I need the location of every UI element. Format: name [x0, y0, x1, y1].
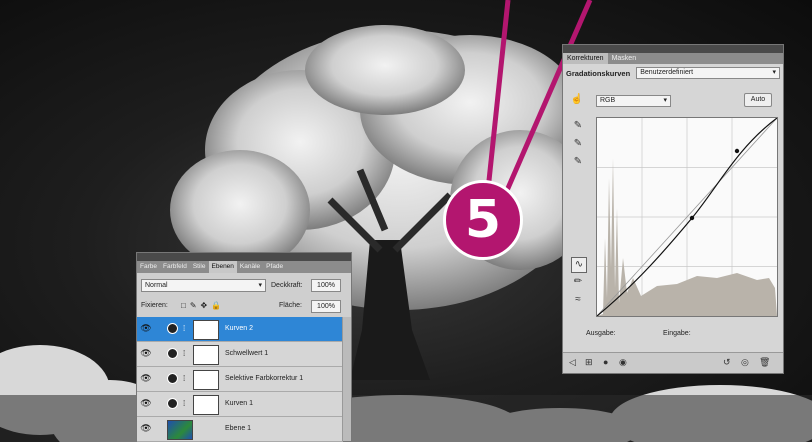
pencil-draw-icon[interactable]: ✏: [571, 275, 585, 289]
fill-label: Fläche:: [279, 302, 302, 309]
chevron-down-icon: ▾: [663, 97, 667, 104]
layer-mask-thumbnail[interactable]: [193, 320, 219, 340]
curve-point[interactable]: [734, 148, 740, 154]
curves-header: Gradationskurven Benutzerdefiniert ▾: [566, 67, 780, 79]
adjustment-title: Gradationskurven: [566, 68, 631, 78]
adjustment-layer-icon: [167, 398, 178, 409]
layer-image-thumbnail[interactable]: [167, 420, 193, 440]
chain-link-icon[interactable]: ⁞: [183, 348, 189, 359]
eye-icon[interactable]: 👁: [140, 397, 152, 409]
panel-titlebar[interactable]: [137, 253, 351, 261]
layer-list: 👁 ⁞ Kurven 2 👁 ⁞ Schwellwert 1 👁 ⁞ Selek…: [137, 317, 343, 442]
step-number-badge: 5: [443, 180, 523, 260]
curve-point-tool-icon[interactable]: ∿: [571, 257, 587, 273]
auto-button[interactable]: Auto: [744, 93, 772, 107]
black-point-eyedropper-icon[interactable]: ✎: [571, 119, 585, 133]
reset-icon[interactable]: ↺: [723, 357, 731, 368]
panel-tabs: Farbe Farbfeld Stile Ebenen Kanäle Pfade: [137, 261, 351, 273]
tab-kanaele[interactable]: Kanäle: [237, 261, 263, 273]
chain-link-icon[interactable]: ⁞: [183, 373, 189, 384]
panel-footer: ◁ ⊞ ● ◉ ↺ ◎ 🗑: [563, 352, 783, 373]
lock-icons[interactable]: □✎✥🔒: [181, 300, 225, 312]
fill-field[interactable]: 100%: [311, 300, 341, 313]
layers-scrollbar[interactable]: [342, 317, 351, 441]
white-point-eyedropper-icon[interactable]: ✎: [571, 155, 585, 169]
curve-point[interactable]: [689, 215, 695, 221]
eye-icon[interactable]: 👁: [140, 372, 152, 384]
io-labels: Ausgabe: Eingabe:: [571, 330, 775, 342]
layer-row[interactable]: 👁 ⁞ Kurven 1: [137, 392, 343, 417]
tab-farbfeld[interactable]: Farbfeld: [160, 261, 190, 273]
channel-row: ☝ RGB ▾ Auto: [566, 93, 780, 107]
lock-label: Fixieren:: [141, 302, 168, 309]
layer-row[interactable]: 👁 Ebene 1: [137, 417, 343, 442]
layer-row[interactable]: 👁 ⁞ Schwellwert 1: [137, 342, 343, 367]
layer-name[interactable]: Ebene 1: [225, 417, 251, 441]
opacity-field[interactable]: 100%: [311, 279, 341, 292]
layer-mask-thumbnail[interactable]: [193, 345, 219, 365]
chevron-down-icon: ▾: [258, 282, 262, 289]
adjustments-panel: Korrekturen Masken Gradationskurven Benu…: [562, 44, 784, 374]
input-label: Eingabe:: [663, 330, 691, 337]
adjustment-layer-icon: [167, 373, 178, 384]
tab-farbe[interactable]: Farbe: [137, 261, 160, 273]
lock-row: Fixieren: □✎✥🔒 Fläche: 100%: [141, 300, 347, 313]
output-label: Ausgabe:: [586, 330, 616, 337]
smooth-curve-icon[interactable]: ≈: [571, 293, 585, 307]
chevron-down-icon: ▾: [772, 69, 776, 76]
tab-pfade[interactable]: Pfade: [263, 261, 286, 273]
panel-tabs: Korrekturen Masken: [563, 53, 783, 64]
chain-link-icon[interactable]: ⁞: [183, 323, 189, 334]
tab-korrekturen[interactable]: Korrekturen: [563, 53, 608, 64]
eye-icon[interactable]: 👁: [140, 322, 152, 334]
preset-dropdown[interactable]: Benutzerdefiniert ▾: [636, 67, 780, 79]
view-previous-icon[interactable]: ◎: [741, 357, 749, 368]
channel-dropdown[interactable]: RGB ▾: [596, 95, 671, 107]
layer-name[interactable]: Kurven 2: [225, 317, 253, 341]
eye-icon[interactable]: 👁: [140, 422, 152, 434]
target-adjust-icon[interactable]: ☝: [570, 93, 584, 107]
layer-name[interactable]: Kurven 1: [225, 392, 253, 416]
back-arrow-icon[interactable]: ◁: [569, 357, 576, 368]
preset-value: Benutzerdefiniert: [640, 69, 694, 76]
gray-point-eyedropper-icon[interactable]: ✎: [571, 137, 585, 151]
adjustment-layer-icon: [167, 323, 178, 334]
adjustment-layer-icon: [167, 348, 178, 359]
chain-link-icon[interactable]: ⁞: [183, 398, 189, 409]
blend-mode-value: Normal: [145, 282, 168, 289]
tab-masken[interactable]: Masken: [608, 53, 641, 64]
layers-panel: Farbe Farbfeld Stile Ebenen Kanäle Pfade…: [136, 252, 352, 442]
channel-value: RGB: [600, 97, 616, 104]
layer-mask-thumbnail[interactable]: [193, 370, 219, 390]
layer-row[interactable]: 👁 ⁞ Selektive Farbkorrektur 1: [137, 367, 343, 392]
panel-titlebar[interactable]: [563, 45, 783, 53]
clip-layer-icon[interactable]: ●: [603, 357, 608, 367]
layer-name[interactable]: Selektive Farbkorrektur 1: [225, 367, 303, 391]
visibility-eye-icon[interactable]: ◉: [619, 357, 627, 368]
opacity-label: Deckkraft:: [271, 282, 303, 289]
tab-stile[interactable]: Stile: [190, 261, 209, 273]
trash-icon[interactable]: 🗑: [759, 357, 770, 368]
eye-icon[interactable]: 👁: [140, 347, 152, 359]
layer-mask-thumbnail[interactable]: [193, 395, 219, 415]
layer-row[interactable]: 👁 ⁞ Kurven 2: [137, 317, 343, 342]
expand-view-icon[interactable]: ⊞: [585, 357, 593, 368]
layer-name[interactable]: Schwellwert 1: [225, 342, 268, 366]
blend-row: Normal ▾ Deckkraft: 100%: [141, 279, 347, 292]
blend-mode-dropdown[interactable]: Normal ▾: [141, 279, 266, 292]
tab-ebenen[interactable]: Ebenen: [208, 261, 237, 273]
curves-graph[interactable]: [596, 117, 778, 317]
